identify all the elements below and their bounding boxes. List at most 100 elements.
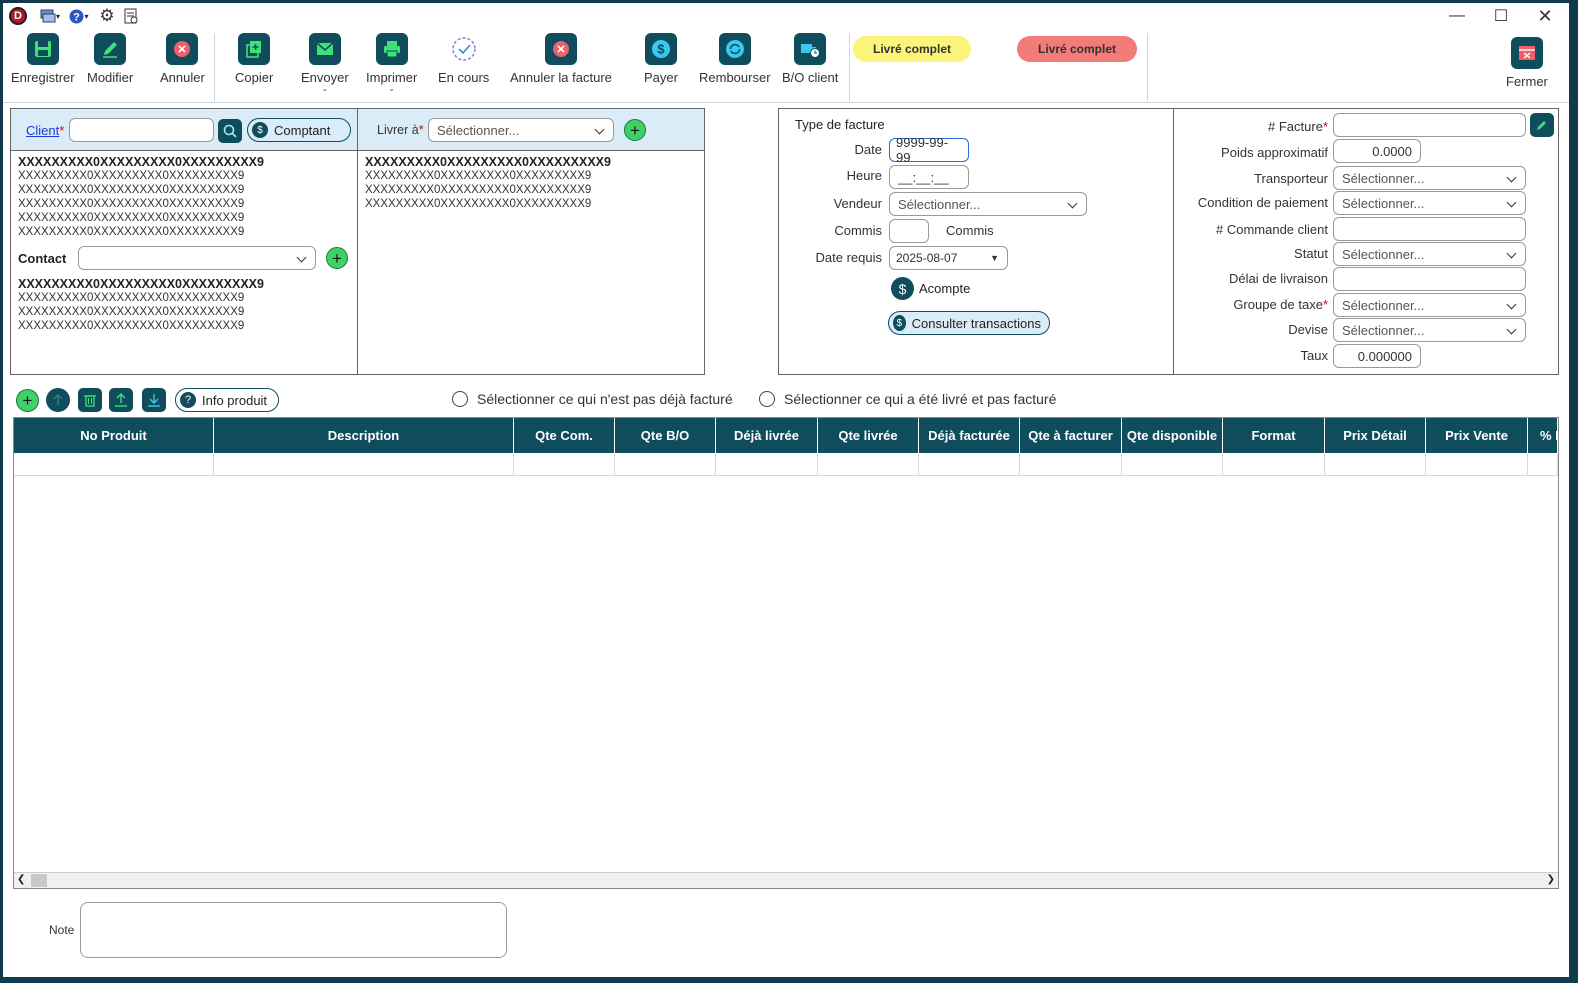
checkbox-not-billed[interactable]: Sélectionner ce qui n'est pas déjà factu…: [452, 391, 733, 407]
column-header[interactable]: Prix Détail: [1325, 418, 1426, 453]
svg-text:$: $: [657, 42, 665, 57]
column-header[interactable]: Qte disponible: [1122, 418, 1223, 453]
contact-select[interactable]: [78, 246, 316, 270]
report-icon[interactable]: [121, 7, 141, 25]
column-header[interactable]: Qte à facturer: [1020, 418, 1122, 453]
invoice-number-input[interactable]: [1333, 113, 1526, 137]
tax-group-select[interactable]: Sélectionner...: [1333, 293, 1526, 317]
table-row[interactable]: [14, 454, 1558, 476]
move-line-up-button[interactable]: [109, 388, 133, 412]
trash-icon: [84, 395, 96, 407]
print-button[interactable]: Imprimer ⌄: [366, 33, 417, 93]
column-header[interactable]: Déjà facturée: [919, 418, 1020, 453]
view-transactions-button[interactable]: $ Consulter transactions: [888, 311, 1050, 335]
scrollbar-thumb[interactable]: [31, 874, 47, 887]
commis-input[interactable]: [889, 219, 929, 243]
add-contact-button[interactable]: +: [326, 247, 348, 269]
pay-button[interactable]: $ Payer: [644, 33, 678, 85]
currency-select[interactable]: Sélectionner...: [1333, 318, 1526, 342]
column-header[interactable]: Qte livrée: [818, 418, 919, 453]
scroll-right-icon[interactable]: ❯: [1547, 874, 1555, 885]
date-input[interactable]: 9999-99-99: [889, 135, 969, 165]
close-button[interactable]: Fermer: [1506, 37, 1548, 89]
send-button[interactable]: Envoyer ⌄: [301, 33, 349, 93]
column-header[interactable]: No Produit: [14, 418, 214, 453]
contact-address: XXXXXXXXX0XXXXXXXXX0XXXXXXXXX9 XXXXXXXXX…: [18, 277, 264, 332]
delete-line-button[interactable]: [78, 388, 102, 412]
delivery-address: XXXXXXXXX0XXXXXXXXX0XXXXXXXXX9 XXXXXXXXX…: [365, 155, 611, 210]
deposit-button[interactable]: $ Acompte: [891, 277, 970, 300]
client-input[interactable]: [69, 118, 214, 142]
progress-check-icon: [448, 33, 480, 65]
refresh-icon: [718, 33, 751, 65]
refund-button[interactable]: Rembourser: [699, 33, 771, 85]
question-icon: ?: [180, 392, 196, 408]
column-header[interactable]: Format: [1223, 418, 1325, 453]
seller-select[interactable]: Sélectionner...: [889, 192, 1087, 216]
cancel-icon: [166, 33, 199, 65]
weight-input[interactable]: 0.0000: [1333, 139, 1421, 163]
cash-button[interactable]: $ Comptant: [247, 118, 351, 142]
radio-circle[interactable]: [759, 391, 775, 407]
note-label: Note: [49, 923, 75, 937]
radio-circle[interactable]: [452, 391, 468, 407]
info-product-button[interactable]: ? Info produit: [175, 388, 279, 412]
client-label[interactable]: Client*: [26, 123, 64, 138]
search-button[interactable]: [218, 119, 242, 143]
commis-suffix: Commis: [946, 223, 994, 238]
cancel-button[interactable]: Annuler: [160, 33, 205, 85]
save-button[interactable]: Enregistrer: [11, 33, 75, 85]
upload-icon: [115, 393, 127, 407]
rate-input[interactable]: 0.000000: [1333, 344, 1421, 368]
column-header[interactable]: Description: [214, 418, 514, 453]
copy-button[interactable]: Copier: [235, 33, 273, 85]
edit-invoice-number-button[interactable]: [1530, 113, 1554, 137]
truck-clock-icon: [794, 33, 827, 65]
required-date-input[interactable]: 2025-08-07 ▼: [889, 246, 1008, 270]
column-header[interactable]: Qte Com.: [514, 418, 615, 453]
time-input[interactable]: __:__:__: [889, 165, 969, 189]
carrier-label: Transporteur: [1254, 171, 1328, 186]
add-delivery-button[interactable]: +: [624, 119, 646, 141]
client-address: XXXXXXXXX0XXXXXXXXX0XXXXXXXXX9 XXXXXXXXX…: [18, 155, 264, 238]
add-line-button[interactable]: +: [16, 389, 39, 412]
checkbox-delivered-not-billed[interactable]: Sélectionner ce qui a été livré et pas f…: [759, 391, 1056, 407]
maximize-button[interactable]: ☐: [1479, 3, 1523, 29]
close-form-icon: [1510, 37, 1543, 69]
note-textarea[interactable]: [80, 902, 507, 958]
payment-condition-select[interactable]: Sélectionner...: [1333, 191, 1526, 215]
copy-icon: [238, 33, 271, 65]
minimize-button[interactable]: —: [1435, 3, 1479, 29]
title-bar: D ▾ ? ▾ ⚙ — ☐ ✕: [3, 3, 1569, 29]
dollar-icon: $: [252, 122, 268, 138]
move-up-disabled-button[interactable]: [46, 388, 70, 412]
dollar-icon: $: [644, 33, 677, 65]
in-progress-button[interactable]: En cours: [438, 33, 489, 85]
column-header[interactable]: Déjà livrée: [716, 418, 818, 453]
windows-menu-icon[interactable]: ▾: [39, 7, 61, 25]
bo-client-button[interactable]: B/O client: [782, 33, 838, 85]
delivery-select[interactable]: Sélectionner...: [428, 118, 614, 142]
edit-button[interactable]: Modifier: [87, 33, 133, 85]
delivery-delay-input[interactable]: [1333, 267, 1526, 291]
caret-down-icon: ▼: [990, 253, 999, 263]
scroll-left-icon[interactable]: ❮: [17, 874, 25, 885]
chevron-down-icon: ⌄: [388, 84, 395, 93]
column-header[interactable]: Prix Vente: [1426, 418, 1528, 453]
cancel-invoice-button[interactable]: Annuler la facture: [510, 33, 612, 85]
close-window-button[interactable]: ✕: [1523, 3, 1567, 29]
pencil-icon: [1537, 121, 1546, 130]
horizontal-scrollbar[interactable]: ❮ ❯: [14, 872, 1558, 888]
carrier-select[interactable]: Sélectionner...: [1333, 166, 1526, 190]
gear-icon[interactable]: ⚙: [97, 6, 117, 25]
status-badge-yellow: Livré complet: [853, 36, 971, 62]
client-order-input[interactable]: [1333, 217, 1526, 241]
dollar-icon: $: [893, 315, 906, 331]
pencil-icon: [94, 33, 127, 65]
column-header[interactable]: Qte B/O: [615, 418, 716, 453]
move-line-down-button[interactable]: [142, 388, 166, 412]
seller-label: Vendeur: [833, 196, 882, 211]
status-select[interactable]: Sélectionner...: [1333, 242, 1526, 266]
column-header[interactable]: % E: [1528, 418, 1558, 453]
help-icon[interactable]: ? ▾: [67, 7, 91, 25]
